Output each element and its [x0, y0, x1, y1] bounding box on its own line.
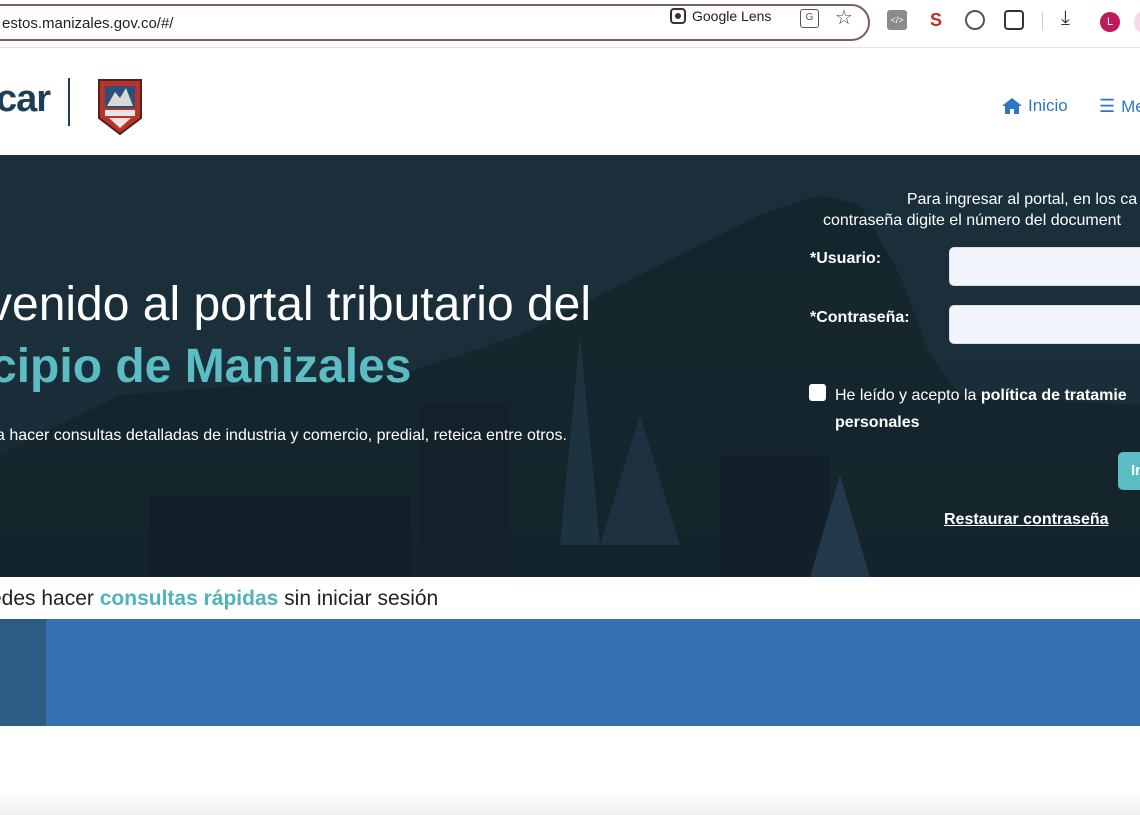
- quick-consult-before: edes hacer: [0, 587, 100, 610]
- extension-seo-icon[interactable]: S: [926, 10, 946, 30]
- page-bottom-fade: [0, 790, 1140, 815]
- quick-consult-after: sin iniciar sesión: [278, 587, 439, 610]
- translate-icon[interactable]: G: [800, 9, 819, 28]
- nav-inicio[interactable]: Inicio: [1002, 96, 1068, 116]
- google-lens-button[interactable]: Google Lens: [670, 8, 771, 24]
- quick-consult-panel-tab[interactable]: [0, 619, 46, 726]
- hero-section: venido al portal tributario del cipio de…: [0, 155, 1140, 577]
- bookmark-star-icon[interactable]: ☆: [835, 5, 853, 30]
- browser-toolbar: estos.manizales.gov.co/#/ Google Lens G …: [0, 0, 1140, 48]
- policy-link-line2[interactable]: personales: [835, 414, 919, 431]
- url-text[interactable]: estos.manizales.gov.co/#/: [2, 15, 173, 32]
- site-logo-text[interactable]: car: [0, 78, 51, 121]
- policy-text: He leído y acepto la política de tratami…: [835, 382, 1127, 436]
- manizales-crest-icon: [98, 79, 142, 136]
- download-icon[interactable]: ⤓: [1061, 7, 1070, 30]
- site-header: car Inicio ☰ Me: [0, 48, 1140, 155]
- quick-consult-text: edes hacer consultas rápidas sin iniciar…: [0, 587, 438, 611]
- nav-inicio-label: Inicio: [1028, 96, 1068, 115]
- password-input[interactable]: [949, 305, 1140, 344]
- login-instructions-line1: Para ingresar al portal, en los ca: [906, 191, 1138, 208]
- policy-checkbox[interactable]: [809, 384, 826, 401]
- secondary-avatar[interactable]: [1134, 10, 1140, 34]
- hero-title: venido al portal tributario del: [0, 278, 592, 331]
- username-label: *Usuario:: [810, 250, 882, 267]
- policy-consent-row: He leído y acepto la política de tratami…: [809, 382, 1127, 436]
- home-icon: [1002, 98, 1022, 114]
- menu-icon: ☰: [1099, 96, 1116, 116]
- toolbar-divider: [1042, 12, 1043, 30]
- policy-link[interactable]: política de tratamie: [981, 387, 1127, 404]
- lens-icon: [670, 8, 686, 24]
- nav-menu[interactable]: ☰ Me: [1099, 96, 1140, 117]
- extensions-puzzle-icon[interactable]: [1004, 10, 1024, 30]
- login-instructions-line2: contraseña digite el número del document: [823, 212, 1121, 229]
- nav-menu-label: Me: [1121, 96, 1140, 116]
- extension-location-icon[interactable]: [965, 10, 985, 30]
- policy-text-before: He leído y acepto la: [835, 387, 981, 404]
- login-submit-button[interactable]: In: [1118, 452, 1140, 490]
- username-input[interactable]: [949, 247, 1140, 286]
- reset-password-link[interactable]: Restaurar contraseña: [944, 511, 1109, 529]
- logo-divider: [68, 78, 70, 126]
- quick-consult-panel: [0, 619, 1140, 726]
- profile-avatar[interactable]: L: [1100, 12, 1120, 32]
- quick-consult-highlight[interactable]: consultas rápidas: [100, 587, 279, 610]
- hero-subtitle: a hacer consultas detalladas de industri…: [0, 427, 567, 444]
- extension-code-icon[interactable]: </>: [887, 10, 907, 30]
- google-lens-label: Google Lens: [692, 8, 772, 24]
- login-instructions: Para ingresar al portal, en los ca contr…: [823, 189, 1140, 231]
- password-label: *Contraseña:: [810, 309, 910, 326]
- hero-title-highlight: cipio de Manizales: [0, 340, 412, 393]
